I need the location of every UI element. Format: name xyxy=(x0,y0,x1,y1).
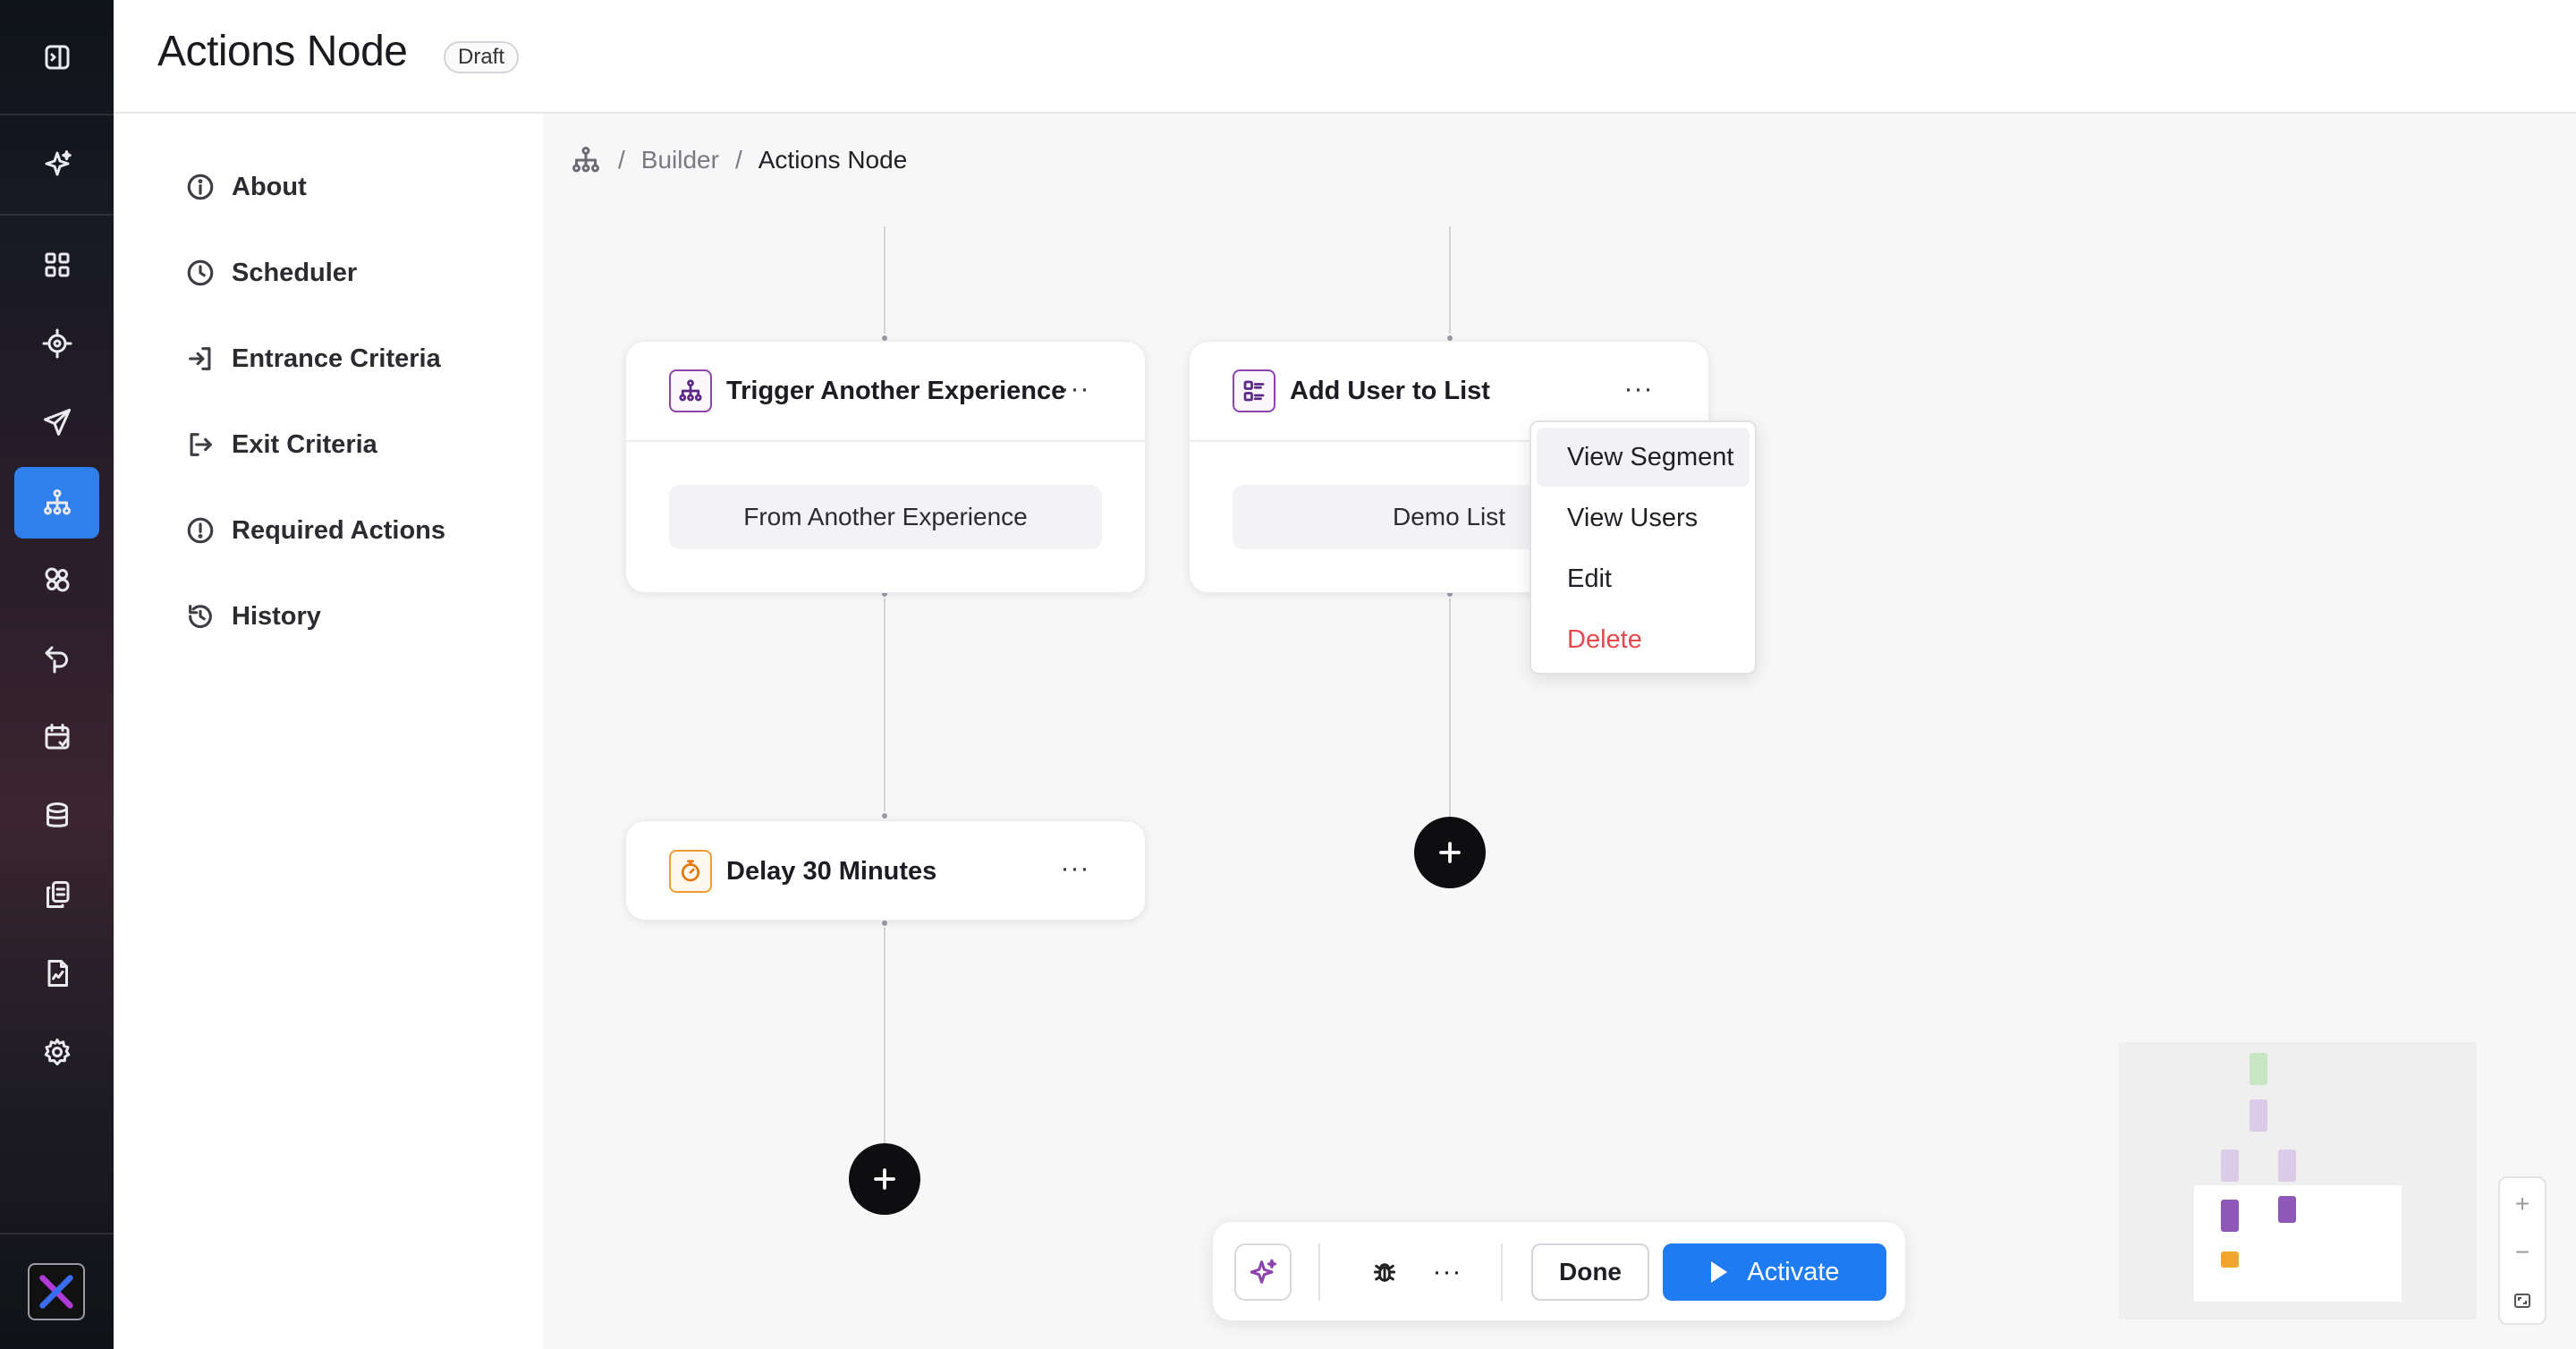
minimap-node xyxy=(2250,1053,2267,1085)
activate-label: Activate xyxy=(1747,1257,1840,1286)
page-title: Actions Node xyxy=(157,28,408,75)
enter-icon xyxy=(189,347,211,370)
stopwatch-icon xyxy=(669,850,712,893)
nav-item-label: Required Actions xyxy=(232,515,446,545)
toolbar-divider xyxy=(1318,1243,1320,1301)
history-icon xyxy=(189,605,212,629)
components-icon[interactable] xyxy=(14,544,99,615)
app-rail xyxy=(0,0,114,1349)
node-delay[interactable]: Delay 30 Minutes ··· xyxy=(625,820,1146,921)
debug-button[interactable] xyxy=(1358,1245,1411,1299)
database-icon[interactable] xyxy=(14,780,99,852)
journey-icon[interactable] xyxy=(14,623,99,694)
exit-icon xyxy=(190,433,212,456)
node-more-button[interactable]: ··· xyxy=(1057,374,1093,404)
more-options-button[interactable]: ··· xyxy=(1420,1245,1474,1299)
nav-item-scheduler[interactable]: Scheduler xyxy=(185,248,357,298)
status-badge: Draft xyxy=(444,41,520,73)
node-title: Trigger Another Experience xyxy=(726,376,1066,405)
nav-item-required-actions[interactable]: Required Actions xyxy=(185,505,445,556)
add-step-button[interactable] xyxy=(1414,817,1486,888)
activate-button[interactable]: Activate xyxy=(1663,1243,1886,1301)
report-icon[interactable] xyxy=(14,938,99,1009)
minimap-node xyxy=(2221,1200,2239,1232)
ai-assistant-button[interactable] xyxy=(1234,1243,1292,1301)
dashboard-grid-icon[interactable] xyxy=(14,229,99,301)
plus-icon xyxy=(874,1168,895,1190)
nav-item-entrance-criteria[interactable]: Entrance Criteria xyxy=(185,334,441,384)
node-context-menu: View Segment View Users Edit Delete xyxy=(1530,420,1757,674)
minimap-node xyxy=(2278,1196,2296,1223)
hierarchy-icon[interactable] xyxy=(570,144,602,176)
sidebar-toggle-icon[interactable] xyxy=(14,21,99,93)
info-circle-icon xyxy=(187,174,214,200)
node-title: Delay 30 Minutes xyxy=(726,856,937,886)
bug-icon xyxy=(1373,1263,1396,1282)
minimap-node xyxy=(2250,1099,2267,1132)
minimap-node xyxy=(2221,1251,2239,1268)
nav-item-label: History xyxy=(232,601,321,631)
copy-stack-icon[interactable] xyxy=(14,859,99,930)
clock-icon xyxy=(187,259,214,286)
node-trigger-another-experience[interactable]: Trigger Another Experience ··· From Anot… xyxy=(625,341,1146,593)
nav-item-label: Entrance Criteria xyxy=(232,344,441,373)
nav-item-exit-criteria[interactable]: Exit Criteria xyxy=(185,420,377,470)
nav-item-history[interactable]: History xyxy=(185,591,321,641)
menu-item-view-users[interactable]: View Users xyxy=(1537,488,1750,547)
nav-item-about[interactable]: About xyxy=(185,162,307,212)
nav-item-label: Scheduler xyxy=(232,258,358,287)
hierarchy-icon[interactable] xyxy=(14,467,99,539)
fit-view-icon xyxy=(2514,1294,2530,1308)
plus-icon xyxy=(1439,842,1461,863)
alert-circle-icon xyxy=(187,517,214,544)
hierarchy-icon xyxy=(669,369,712,412)
menu-item-delete[interactable]: Delete xyxy=(1537,610,1750,669)
breadcrumb-current: Actions Node xyxy=(758,146,908,174)
breadcrumb-separator: / xyxy=(734,146,742,174)
minimap-node xyxy=(2221,1150,2239,1182)
zoom-in-button[interactable]: + xyxy=(2500,1180,2545,1228)
done-button[interactable]: Done xyxy=(1531,1243,1649,1301)
target-icon[interactable] xyxy=(14,308,99,379)
list-icon xyxy=(1233,369,1275,412)
edge xyxy=(884,923,886,1147)
toolbar-divider xyxy=(1501,1243,1503,1301)
menu-item-view-segment[interactable]: View Segment xyxy=(1537,428,1750,487)
brand-logo-icon[interactable] xyxy=(28,1263,85,1320)
calendar-icon[interactable] xyxy=(14,701,99,773)
node-value: From Another Experience xyxy=(669,485,1102,549)
fit-view-button[interactable] xyxy=(2500,1277,2545,1325)
flow-canvas[interactable]: / Builder / Actions Node Trigger Another… xyxy=(543,114,2576,1349)
breadcrumb-separator: / xyxy=(618,146,625,174)
nav-item-label: Exit Criteria xyxy=(232,429,377,459)
settings-nav: About Scheduler Entrance Criteria Exit C… xyxy=(114,114,543,1349)
menu-item-edit[interactable]: Edit xyxy=(1537,549,1750,608)
minimap-node xyxy=(2278,1150,2296,1182)
node-more-button[interactable]: ··· xyxy=(1057,853,1093,884)
node-more-button[interactable]: ··· xyxy=(1621,374,1657,404)
send-icon[interactable] xyxy=(14,386,99,458)
edge xyxy=(1449,594,1451,818)
minimap[interactable] xyxy=(2119,1042,2477,1319)
zoom-controls: + − xyxy=(2498,1176,2546,1325)
connector-dot xyxy=(880,811,889,820)
breadcrumb-builder[interactable]: Builder xyxy=(641,146,719,174)
bottom-toolbar: ··· Done Activate xyxy=(1212,1221,1906,1321)
zoom-out-button[interactable]: − xyxy=(2500,1228,2545,1277)
add-step-button[interactable] xyxy=(849,1143,920,1215)
sparkles-icon xyxy=(1250,1259,1277,1284)
settings-gear-icon[interactable] xyxy=(14,1016,99,1088)
play-icon xyxy=(1711,1261,1728,1283)
node-title: Add User to List xyxy=(1290,376,1490,405)
sparkles-icon[interactable] xyxy=(14,128,99,199)
edge xyxy=(884,594,886,816)
nav-item-label: About xyxy=(232,172,307,201)
breadcrumb: / Builder / Actions Node xyxy=(570,144,907,176)
